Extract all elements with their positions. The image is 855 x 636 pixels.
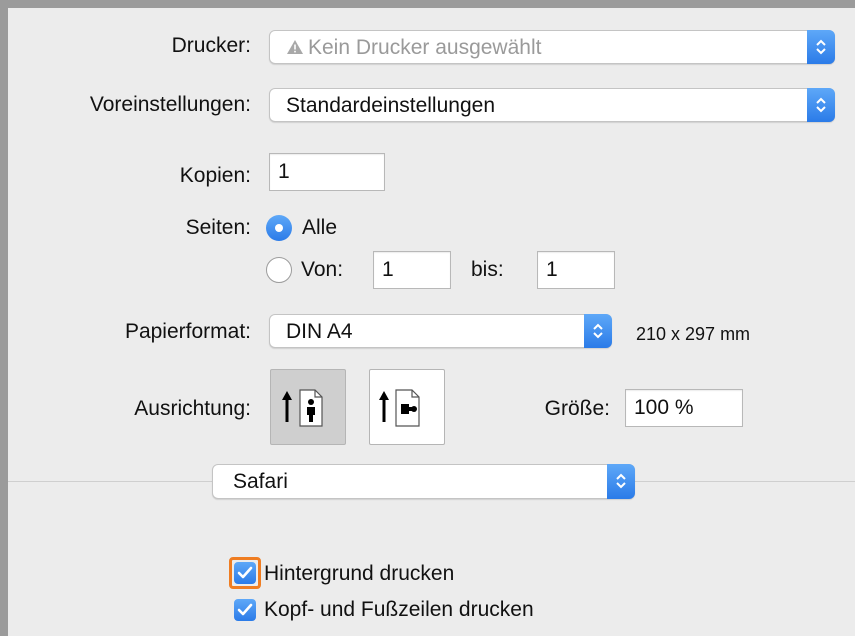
pages-to-field[interactable]: 1 <box>537 251 615 289</box>
copies-label: Kopien: <box>179 164 251 187</box>
copies-field[interactable]: 1 <box>269 153 385 191</box>
paper-dimensions: 210 x 297 mm <box>636 324 751 344</box>
pages-all-radio[interactable] <box>266 215 292 241</box>
printer-popup[interactable]: Kein Drucker ausgewählt <box>269 30 835 64</box>
printer-stepper[interactable] <box>807 30 835 64</box>
section-stepper[interactable] <box>607 464 635 499</box>
orientation-portrait-button[interactable] <box>270 369 346 445</box>
portrait-orientation-icon <box>282 389 323 427</box>
section-value: Safari <box>233 470 288 493</box>
warning-triangle-icon <box>286 39 304 60</box>
presets-stepper[interactable] <box>807 88 835 122</box>
window-frame-left <box>0 0 8 636</box>
up-down-chevron-icon <box>593 323 603 339</box>
pages-to-label: bis: <box>471 258 504 281</box>
orientation-landscape-button[interactable] <box>369 369 445 445</box>
section-popup[interactable]: Safari <box>212 464 635 499</box>
header-footer-label: Kopf- und Fußzeilen drucken <box>264 598 534 621</box>
scale-label: Größe: <box>544 397 610 420</box>
orientation-label: Ausrichtung: <box>134 397 251 420</box>
presets-label: Voreinstellungen: <box>89 93 251 116</box>
pages-all-label: Alle <box>302 216 338 239</box>
printer-label: Drucker: <box>171 34 251 57</box>
pages-range-radio[interactable] <box>266 257 292 283</box>
checkmark-icon <box>237 566 253 579</box>
presets-popup[interactable]: Standardeinstellungen <box>269 88 835 122</box>
scale-field[interactable]: 100 % <box>625 389 743 427</box>
paper-label: Papierformat: <box>124 320 251 343</box>
pages-from-field[interactable]: 1 <box>373 251 451 289</box>
printer-value: Kein Drucker ausgewählt <box>308 36 542 59</box>
paper-popup[interactable]: DIN A4 <box>269 314 612 348</box>
presets-value: Standardeinstellungen <box>286 94 495 117</box>
background-print-checkbox[interactable] <box>234 562 256 584</box>
pages-from-label: Von: <box>301 258 344 281</box>
window-frame-top <box>0 0 855 8</box>
up-down-chevron-icon <box>816 97 826 113</box>
paper-stepper[interactable] <box>584 314 612 348</box>
background-print-label: Hintergrund drucken <box>264 562 455 585</box>
pages-label: Seiten: <box>185 216 251 239</box>
paper-value: DIN A4 <box>286 320 353 343</box>
checkmark-icon <box>237 603 253 616</box>
up-down-chevron-icon <box>816 39 826 55</box>
header-footer-checkbox[interactable] <box>234 599 256 621</box>
landscape-orientation-icon <box>379 389 420 427</box>
up-down-chevron-icon <box>616 473 626 489</box>
